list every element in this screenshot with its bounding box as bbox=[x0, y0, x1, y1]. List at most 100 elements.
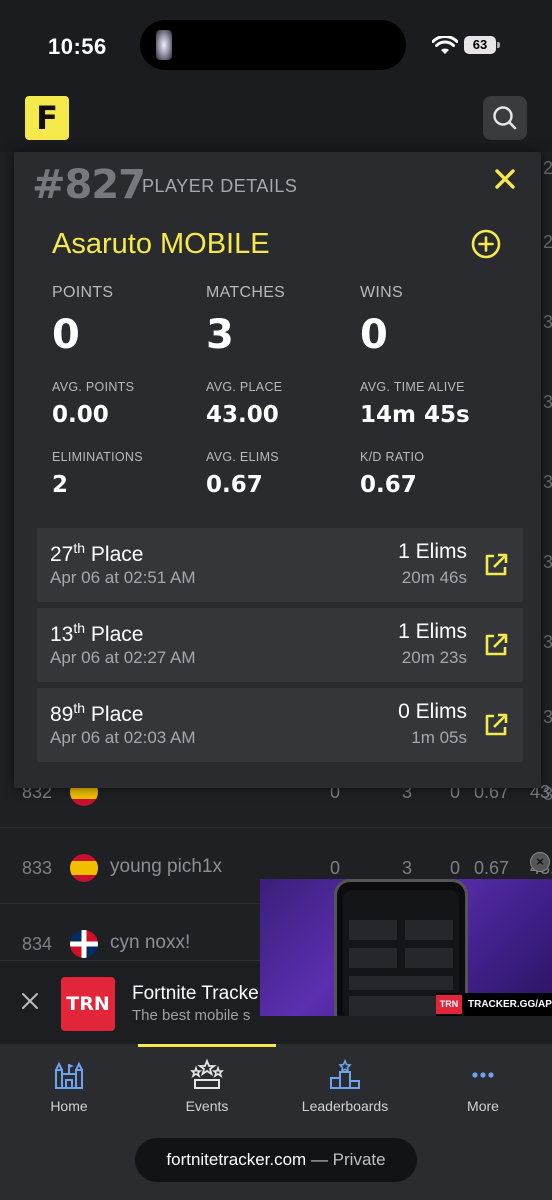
ad-trn-logo: TRN bbox=[436, 995, 462, 1014]
browser-url-bar[interactable]: fortnitetracker.com — Private bbox=[135, 1138, 417, 1182]
dynamic-island bbox=[140, 20, 406, 70]
match-elims: 1 Elims bbox=[398, 620, 467, 643]
edge-value: 2. bbox=[542, 232, 552, 252]
match-row[interactable]: 13th Place Apr 06 at 02:27 AM 1 Elims 20… bbox=[37, 608, 523, 682]
match-place: 89th Place bbox=[50, 700, 143, 727]
row-player-name: cyn noxx! bbox=[110, 932, 191, 953]
fortnite-logo[interactable]: F bbox=[25, 96, 69, 140]
row-rank: 833 bbox=[22, 858, 53, 878]
match-elims: 0 Elims bbox=[398, 700, 467, 723]
close-icon[interactable] bbox=[492, 166, 518, 192]
row-player-name: young pich1x bbox=[110, 856, 222, 877]
podium-icon bbox=[330, 1058, 360, 1089]
bottom-tab-bar: Home Events Leaderboards More fortnitetr… bbox=[0, 1044, 552, 1200]
url-mode: Private bbox=[332, 1150, 386, 1169]
stat-value: 3 bbox=[206, 312, 234, 358]
place-word: Place bbox=[90, 543, 144, 566]
tab-label: Leaderboards bbox=[301, 1098, 389, 1114]
player-name: Asaruto MOBILE bbox=[52, 228, 270, 260]
edge-value: 3. bbox=[542, 472, 552, 492]
stat-value: 0.67 bbox=[206, 472, 263, 498]
spain-flag-icon bbox=[70, 854, 98, 882]
modal-heading: PLAYER DETAILS bbox=[142, 176, 298, 196]
player-details-modal: #827 PLAYER DETAILS Asaruto MOBILE POINT… bbox=[14, 152, 541, 788]
battery-indicator: 63 bbox=[464, 36, 500, 54]
close-icon[interactable] bbox=[20, 991, 40, 1011]
place-number: 27 bbox=[50, 543, 74, 566]
url-domain: fortnitetracker.com bbox=[166, 1150, 307, 1169]
more-dots-icon bbox=[472, 1072, 494, 1078]
match-row[interactable]: 89th Place Apr 06 at 02:03 AM 0 Elims 1m… bbox=[37, 688, 523, 762]
match-date: Apr 06 at 02:27 AM bbox=[50, 648, 196, 667]
place-word: Place bbox=[90, 703, 144, 726]
tab-home[interactable]: Home bbox=[0, 1058, 138, 1128]
edge-value: 3. bbox=[542, 707, 552, 727]
edge-value: 3. bbox=[542, 312, 552, 332]
place-number: 13 bbox=[50, 623, 74, 646]
external-link-icon[interactable] bbox=[483, 712, 509, 738]
add-circle-icon[interactable] bbox=[470, 228, 502, 260]
place-suffix: th bbox=[73, 700, 86, 716]
flashlight-icon bbox=[156, 30, 172, 60]
stat-label: WINS bbox=[360, 284, 403, 301]
edge-value: 2. bbox=[542, 158, 552, 178]
match-place: 27th Place bbox=[50, 540, 143, 567]
stat-matches: MATCHES 3 bbox=[206, 284, 285, 358]
banner-subtitle: The best mobile s bbox=[132, 1007, 251, 1024]
external-link-icon[interactable] bbox=[483, 632, 509, 658]
edge-value: 3. bbox=[542, 632, 552, 652]
match-duration: 20m 46s bbox=[401, 568, 467, 587]
stat-value: 0 bbox=[52, 312, 80, 358]
stat-value: 14m 45s bbox=[360, 402, 470, 428]
row-value: 0 bbox=[330, 858, 341, 878]
match-duration: 20m 23s bbox=[401, 648, 467, 667]
stat-avg-time-alive: AVG. TIME ALIVE 14m 45s bbox=[360, 380, 470, 428]
url-separator: — bbox=[306, 1150, 333, 1169]
stat-label: AVG. TIME ALIVE bbox=[360, 380, 465, 394]
wifi-icon bbox=[432, 36, 458, 54]
stat-label: AVG. POINTS bbox=[52, 380, 135, 394]
stat-label: POINTS bbox=[52, 284, 114, 301]
player-rank: #827 bbox=[32, 162, 146, 208]
external-link-icon[interactable] bbox=[483, 552, 509, 578]
row-value: 0.67 bbox=[474, 858, 510, 878]
events-icon bbox=[190, 1058, 224, 1089]
search-icon bbox=[493, 106, 517, 130]
stat-label: AVG. PLACE bbox=[206, 380, 283, 394]
edge-value: 3. bbox=[542, 552, 552, 572]
place-suffix: th bbox=[73, 540, 86, 556]
stat-avg-place: AVG. PLACE 43.00 bbox=[206, 380, 282, 428]
ad-close-icon[interactable]: × bbox=[530, 852, 550, 872]
active-tab-indicator bbox=[138, 1044, 276, 1047]
stat-label: ELIMINATIONS bbox=[52, 450, 143, 464]
stat-value: 43.00 bbox=[206, 402, 279, 428]
tab-more[interactable]: More bbox=[414, 1058, 552, 1128]
place-word: Place bbox=[90, 623, 144, 646]
stat-avg-points: AVG. POINTS 0.00 bbox=[52, 380, 134, 428]
tab-events[interactable]: Events bbox=[138, 1058, 276, 1128]
match-row[interactable]: 27th Place Apr 06 at 02:51 AM 1 Elims 20… bbox=[37, 528, 523, 602]
stat-label: MATCHES bbox=[206, 284, 286, 301]
stat-label: AVG. ELIMS bbox=[206, 450, 279, 464]
banner-title: Fortnite Tracker bbox=[132, 983, 266, 1004]
row-value: 3 bbox=[402, 858, 413, 878]
stat-value: 2 bbox=[52, 472, 69, 498]
status-time: 10:56 bbox=[48, 34, 107, 59]
match-date: Apr 06 at 02:51 AM bbox=[50, 568, 196, 587]
tab-label: Events bbox=[185, 1098, 229, 1114]
stat-kd-ratio: K/D RATIO 0.67 bbox=[360, 450, 424, 498]
castle-icon bbox=[55, 1061, 83, 1089]
match-elims: 1 Elims bbox=[398, 540, 467, 563]
place-suffix: th bbox=[73, 620, 86, 636]
video-ad[interactable]: TRACKER.GG/APPS TRN bbox=[260, 879, 552, 1016]
stat-label: K/D RATIO bbox=[360, 450, 425, 464]
stat-avg-elims: AVG. ELIMS 0.67 bbox=[206, 450, 279, 498]
stat-eliminations: ELIMINATIONS 2 bbox=[52, 450, 143, 498]
tab-leaderboards[interactable]: Leaderboards bbox=[276, 1058, 414, 1128]
stat-wins: WINS 0 bbox=[360, 284, 403, 358]
match-date: Apr 06 at 02:03 AM bbox=[50, 728, 196, 747]
tab-label: Home bbox=[50, 1098, 88, 1114]
app-header: F bbox=[0, 92, 552, 152]
search-button[interactable] bbox=[483, 96, 527, 140]
stat-value: 0.67 bbox=[360, 472, 417, 498]
